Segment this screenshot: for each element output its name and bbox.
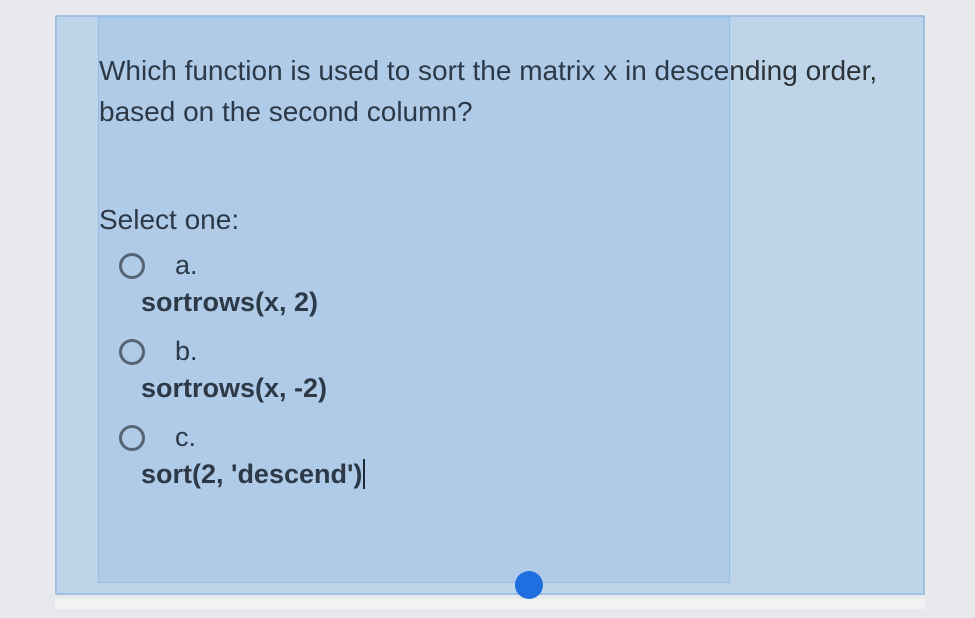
- question-text: Which function is used to sort the matri…: [99, 51, 881, 132]
- option-code: sortrows(x, 2): [99, 287, 881, 318]
- option-code: sortrows(x, -2): [99, 373, 881, 404]
- radio-icon[interactable]: [119, 425, 145, 451]
- question-card: Which function is used to sort the matri…: [55, 15, 925, 595]
- option-b-row[interactable]: b.: [99, 336, 881, 367]
- radio-icon[interactable]: [119, 339, 145, 365]
- option-code: sort(2, 'descend'): [99, 459, 881, 491]
- card-bottom-strip: [55, 599, 925, 609]
- selection-handle-icon: [515, 571, 543, 599]
- option-a: a. sortrows(x, 2): [99, 250, 881, 318]
- option-c-row[interactable]: c.: [99, 422, 881, 453]
- option-a-row[interactable]: a.: [99, 250, 881, 281]
- select-one-label: Select one:: [99, 204, 881, 236]
- radio-icon[interactable]: [119, 253, 145, 279]
- option-letter: a.: [175, 250, 198, 281]
- option-letter: b.: [175, 336, 198, 367]
- option-letter: c.: [175, 422, 196, 453]
- option-b: b. sortrows(x, -2): [99, 336, 881, 404]
- option-code-text: sort(2, 'descend'): [141, 459, 362, 489]
- option-c: c. sort(2, 'descend'): [99, 422, 881, 491]
- options-group: a. sortrows(x, 2) b. sortrows(x, -2) c. …: [99, 250, 881, 491]
- text-caret: [363, 459, 365, 489]
